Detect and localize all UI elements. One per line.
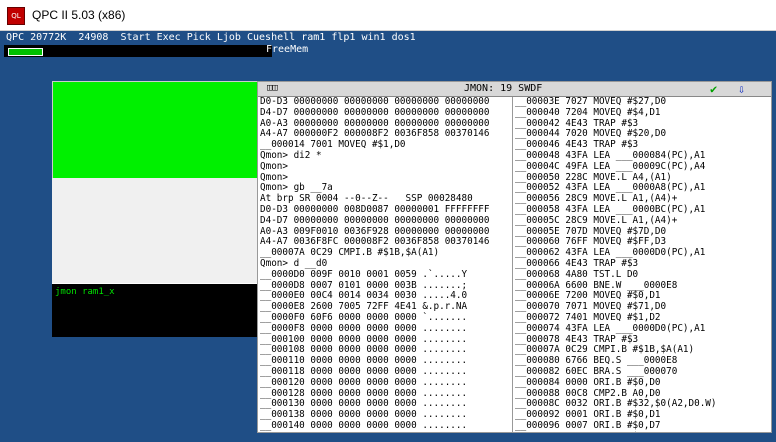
console-line: __0000F8 0000 0000 0000 0000 ........: [260, 322, 468, 334]
white-window[interactable]: [52, 178, 257, 283]
down-arrow-icon[interactable]: ⇩: [738, 82, 745, 96]
window-title: QPC II 5.03 (x86): [32, 8, 126, 22]
check-icon[interactable]: ✔: [710, 82, 717, 96]
freemem-fill: [8, 48, 43, 56]
disassembly-pane[interactable]: __00003E 7027 MOVEQ #$27,D0 __000040 7204…: [512, 97, 772, 432]
disasm-line: __000040 7204 MOVEQ #$4,D1: [515, 106, 661, 118]
console-line: D4-D7 00000000 00000000 00000000 0000000…: [260, 106, 490, 118]
menu-item-dos1[interactable]: dos1: [392, 32, 416, 43]
console-line: Qmon> di2 *: [260, 149, 322, 161]
green-window[interactable]: [52, 81, 259, 180]
qpc-menubar: QPC 20772K 24908 Start Exec Pick Ljob Cu…: [0, 31, 776, 44]
menu-item-flp1[interactable]: flp1: [331, 32, 355, 43]
move-icon[interactable]: ◫◫: [267, 84, 279, 93]
disasm-line: __00004C 49FA LEA ___00009C(PC),A4: [515, 160, 706, 172]
console-line: __0000D0 009F 0010 0001 0059 .`.....Y: [260, 268, 468, 280]
disasm-line: __000074 43FA LEA ___0000D0(PC),A1: [515, 322, 706, 334]
qpc-app-icon[interactable]: QL: [7, 7, 25, 25]
jmon-header: ◫◫ JMON: 19 SWDF ✔ ⇩: [258, 82, 771, 97]
console-text: jmon ram1_x: [55, 287, 115, 297]
menu-item-ljob[interactable]: Ljob: [217, 32, 241, 43]
menu-item-24908[interactable]: 24908: [78, 32, 108, 43]
monitor-console-pane[interactable]: D0-D3 00000000 00000000 00000000 0000000…: [260, 97, 512, 432]
console-line: __000120 0000 0000 0000 0000 ........: [260, 376, 468, 388]
menu-item-win1[interactable]: win1: [361, 32, 385, 43]
console-line: D4-D7 00000000 00000000 00000000 0000000…: [260, 214, 490, 226]
menu-item-qpc[interactable]: QPC: [6, 32, 24, 43]
console-window[interactable]: jmon ram1_x: [52, 283, 257, 337]
title-bar: QL QPC II 5.03 (x86): [0, 0, 776, 31]
disasm-line: __00005C 28C9 MOVE.L A1,(A4)+: [515, 214, 678, 226]
menu-item-exec[interactable]: Exec: [157, 32, 181, 43]
jmon-window[interactable]: ◫◫ JMON: 19 SWDF ✔ ⇩ D0-D3 00000000 0000…: [257, 81, 772, 433]
freemem-meter: [4, 45, 272, 57]
menu-item-pick[interactable]: Pick: [187, 32, 211, 43]
menu-item-cueshell[interactable]: Cueshell: [247, 32, 295, 43]
menu-item-start[interactable]: Start: [120, 32, 150, 43]
jmon-title: JMON: 19 SWDF: [464, 83, 543, 94]
menu-item-ram1[interactable]: ram1: [301, 32, 325, 43]
disasm-line: __000084 0000 ORI.B #$0,D0: [515, 376, 661, 388]
ql-desktop: QPC 20772K 24908 Start Exec Pick Ljob Cu…: [0, 31, 776, 442]
console-line: Qmon>: [260, 160, 288, 172]
freemem-label: FreeMem: [266, 44, 309, 55]
disasm-line: __000068 4A80 TST.L D0: [515, 268, 639, 280]
menu-item-20772k[interactable]: 20772K: [30, 32, 66, 43]
